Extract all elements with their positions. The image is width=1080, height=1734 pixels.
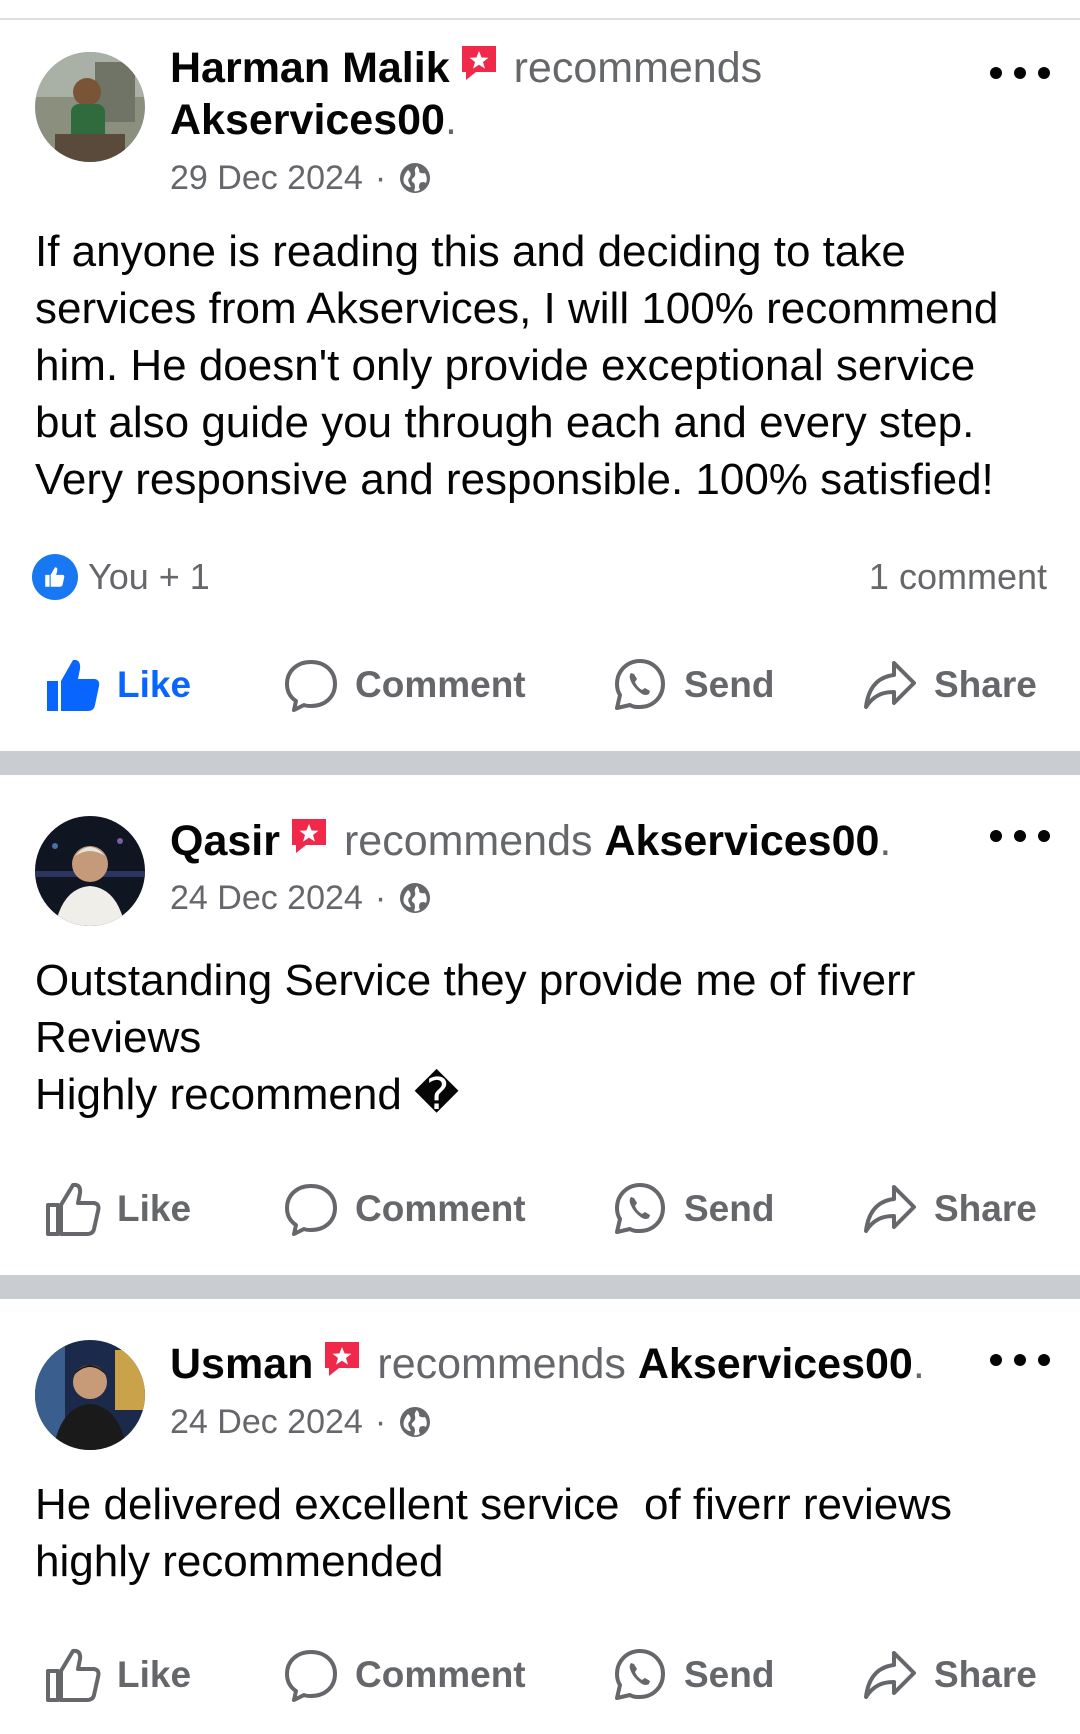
more-icon[interactable]	[990, 821, 1050, 851]
comment-icon	[285, 660, 337, 712]
send-icon	[615, 659, 665, 710]
post-body: He delivered excellent service of fiverr…	[35, 1480, 953, 1586]
post-body: Outstanding Service they provide me of f…	[35, 956, 916, 1119]
post-meta: 24 Dec 2024 ·	[170, 1402, 432, 1442]
post-date[interactable]: 24 Dec 2024	[170, 1402, 363, 1442]
share-icon	[864, 661, 916, 709]
reaction-summary: You + 1 1 comment	[32, 552, 1047, 602]
recommends-text: recommends	[343, 817, 593, 865]
post-date[interactable]: 29 Dec 2024	[170, 158, 363, 198]
comment-label: Comment	[355, 1188, 526, 1229]
action-bar: Like Comment Send Share	[0, 650, 1080, 720]
avatar[interactable]	[35, 1340, 145, 1450]
recommends-text: recommends	[377, 1340, 626, 1388]
send-icon	[615, 1183, 665, 1234]
page-name[interactable]: Akservices00	[638, 1340, 913, 1388]
send-button[interactable]: Send	[612, 650, 774, 720]
like-icon	[47, 659, 100, 711]
more-icon[interactable]	[990, 1345, 1050, 1375]
action-bar: Like Comment Send Share	[0, 1640, 1080, 1710]
globe-icon	[398, 881, 432, 915]
post-meta: 24 Dec 2024 ·	[170, 878, 432, 918]
like-label: Like	[117, 1188, 192, 1229]
like-icon	[46, 1648, 101, 1702]
share-label: Share	[934, 1654, 1037, 1695]
comment-icon	[285, 1184, 337, 1236]
send-label: Send	[684, 664, 775, 705]
like-icon	[46, 1182, 101, 1236]
send-label: Send	[684, 1188, 775, 1229]
like-reaction-icon	[32, 554, 78, 600]
meta-separator: ·	[374, 159, 387, 197]
meta-separator: ·	[374, 879, 387, 917]
reaction-count[interactable]: You + 1	[32, 554, 210, 600]
comment-label: Comment	[355, 1654, 526, 1695]
header-suffix: .	[444, 96, 457, 144]
share-label: Share	[934, 664, 1037, 705]
like-button[interactable]: Like	[45, 1640, 191, 1710]
send-icon	[615, 1649, 665, 1700]
recommends-text: recommends	[513, 44, 763, 92]
author-name[interactable]: Usman	[170, 1340, 313, 1388]
meta-separator: ·	[374, 1403, 387, 1441]
recommend-badge-icon	[458, 42, 500, 84]
author-name[interactable]: Harman Malik	[170, 44, 450, 92]
recommend-badge-icon	[321, 1338, 363, 1380]
share-label: Share	[934, 1188, 1037, 1229]
recommend-badge-icon	[288, 815, 330, 857]
share-button[interactable]: Share	[862, 1174, 1037, 1244]
header-suffix: .	[879, 817, 892, 865]
like-label: Like	[117, 664, 192, 705]
page-name[interactable]: Akservices00	[170, 96, 445, 144]
page-name[interactable]: Akservices00	[604, 817, 879, 865]
top-separator	[0, 18, 1080, 20]
post-divider	[0, 1275, 1080, 1299]
comment-count[interactable]: 1 comment	[869, 556, 1047, 598]
share-icon	[864, 1651, 916, 1699]
globe-icon	[398, 1405, 432, 1439]
author-name[interactable]: Qasir	[170, 817, 280, 865]
share-button[interactable]: Share	[862, 1640, 1037, 1710]
share-icon	[864, 1185, 916, 1233]
like-button[interactable]: Like	[45, 1174, 191, 1244]
avatar[interactable]	[35, 52, 145, 162]
avatar[interactable]	[35, 816, 145, 926]
action-bar: Like Comment Send Share	[0, 1174, 1080, 1244]
globe-icon	[398, 161, 432, 195]
like-button[interactable]: Like	[45, 650, 191, 720]
comment-button[interactable]: Comment	[283, 1640, 526, 1710]
post-header: Harman Malik recommends Akservices00.	[170, 42, 950, 146]
comment-button[interactable]: Comment	[283, 1174, 526, 1244]
comment-button[interactable]: Comment	[283, 650, 526, 720]
post-body: If anyone is reading this and deciding t…	[35, 227, 999, 504]
post-header: Usman recommends Akservices00.	[170, 1338, 970, 1390]
post-divider	[0, 751, 1080, 775]
comment-icon	[285, 1650, 337, 1702]
post-meta: 29 Dec 2024 ·	[170, 158, 432, 198]
reaction-text: You + 1	[88, 556, 210, 597]
like-label: Like	[117, 1654, 192, 1695]
send-label: Send	[684, 1654, 775, 1695]
post-header: Qasir recommends Akservices00.	[170, 815, 970, 867]
header-suffix: .	[912, 1340, 925, 1388]
comment-label: Comment	[355, 664, 526, 705]
post-date[interactable]: 24 Dec 2024	[170, 878, 363, 918]
share-button[interactable]: Share	[862, 650, 1037, 720]
send-button[interactable]: Send	[612, 1640, 774, 1710]
more-icon[interactable]	[990, 58, 1050, 88]
send-button[interactable]: Send	[612, 1174, 774, 1244]
